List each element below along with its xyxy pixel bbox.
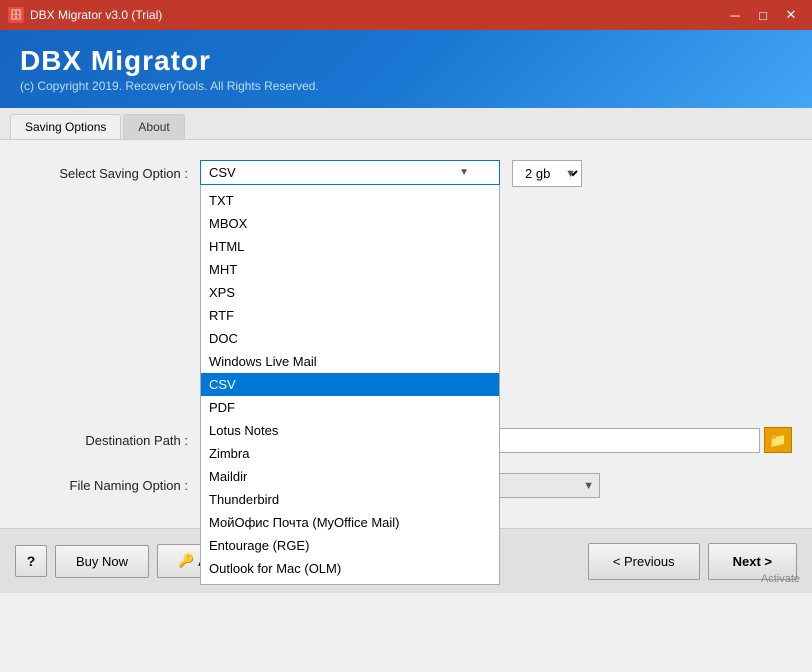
browse-button[interactable]: 📁 — [764, 427, 792, 453]
saving-option-row: Select Saving Option : CSV ▼ MSGEMLEMLXT… — [20, 160, 792, 187]
activate-watermark: Activate — [761, 573, 800, 585]
saving-option-dropdown[interactable]: CSV ▼ — [200, 160, 500, 185]
dropdown-item[interactable]: HTML — [201, 235, 499, 258]
saving-option-label: Select Saving Option : — [20, 166, 200, 181]
file-naming-label: File Naming Option : — [20, 478, 200, 493]
app-icon: 🗄 — [8, 7, 24, 23]
close-button[interactable]: ✕ — [778, 5, 804, 25]
destination-label: Destination Path : — [20, 433, 200, 448]
dropdown-item[interactable]: TXT — [201, 189, 499, 212]
help-button[interactable]: ? — [15, 545, 47, 577]
app-title: DBX Migrator — [20, 45, 792, 77]
dropdown-item[interactable]: CSV — [201, 373, 499, 396]
dropdown-item[interactable]: RTF — [201, 304, 499, 327]
dropdown-item[interactable]: Gmail — [201, 580, 499, 585]
maximize-button[interactable]: □ — [750, 5, 776, 25]
key-icon: 🔑 — [178, 553, 194, 569]
main-content: Select Saving Option : CSV ▼ MSGEMLEMLXT… — [0, 140, 812, 593]
dropdown-item[interactable]: PDF — [201, 396, 499, 419]
dropdown-item[interactable]: Zimbra — [201, 442, 499, 465]
dropdown-item[interactable]: Windows Live Mail — [201, 350, 499, 373]
tab-about[interactable]: About — [123, 114, 184, 139]
dropdown-item[interactable]: DOC — [201, 327, 499, 350]
dropdown-item[interactable]: Thunderbird — [201, 488, 499, 511]
size-option-select[interactable]: 2 gb1 gb512 mb256 mb — [512, 160, 582, 187]
title-bar-text: DBX Migrator v3.0 (Trial) — [30, 8, 162, 22]
tab-saving-options[interactable]: Saving Options — [10, 114, 121, 139]
dropdown-item[interactable]: МойОфис Почта (MyOffice Mail) — [201, 511, 499, 534]
dropdown-item[interactable]: Entourage (RGE) — [201, 534, 499, 557]
previous-button[interactable]: < Previous — [588, 543, 700, 580]
dropdown-selected-value: CSV — [209, 165, 236, 180]
dropdown-item[interactable]: MHT — [201, 258, 499, 281]
buy-now-button[interactable]: Buy Now — [55, 545, 149, 578]
dropdown-item[interactable]: Lotus Notes — [201, 419, 499, 442]
title-bar: 🗄 DBX Migrator v3.0 (Trial) ─ □ ✕ — [0, 0, 812, 30]
dropdown-item[interactable]: Maildir — [201, 465, 499, 488]
tab-bar: Saving Options About — [0, 108, 812, 140]
dropdown-list[interactable]: MSGEMLEMLXTXTMBOXHTMLMHTXPSRTFDOCWindows… — [200, 185, 500, 585]
app-subtitle: (c) Copyright 2019. RecoveryTools. All R… — [20, 79, 792, 93]
dropdown-item[interactable]: Outlook for Mac (OLM) — [201, 557, 499, 580]
folder-icon: 📁 — [769, 432, 786, 449]
dropdown-item[interactable]: MBOX — [201, 212, 499, 235]
dropdown-item[interactable]: XPS — [201, 281, 499, 304]
minimize-button[interactable]: ─ — [722, 5, 748, 25]
dropdown-arrow-icon: ▼ — [459, 167, 469, 178]
app-header: DBX Migrator (c) Copyright 2019. Recover… — [0, 30, 812, 108]
